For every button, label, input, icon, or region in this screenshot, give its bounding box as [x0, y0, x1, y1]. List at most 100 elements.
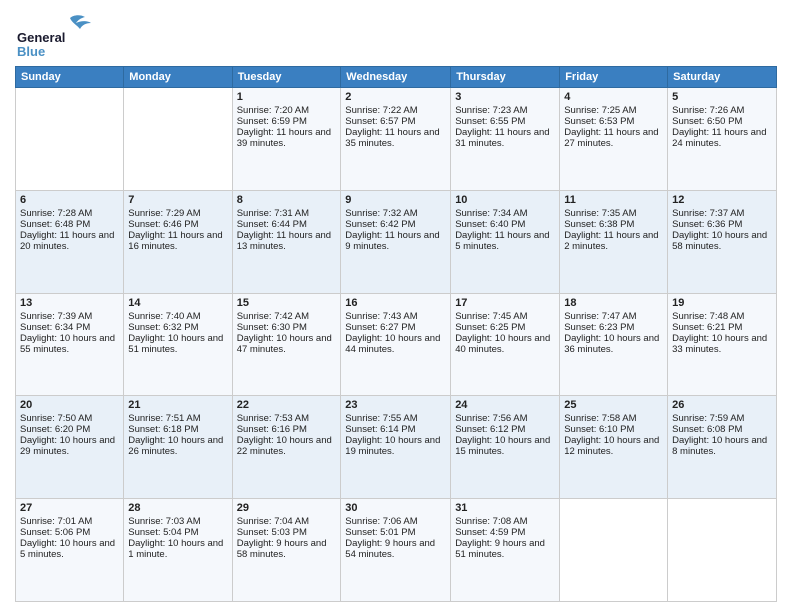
calendar-cell: 19Sunrise: 7:48 AMSunset: 6:21 PMDayligh… — [668, 293, 777, 396]
weekday-header-row: SundayMondayTuesdayWednesdayThursdayFrid… — [16, 67, 777, 88]
weekday-header-saturday: Saturday — [668, 67, 777, 88]
day-info: Daylight: 10 hours and 40 minutes. — [455, 333, 555, 355]
day-info: Sunrise: 7:45 AM — [455, 311, 555, 322]
calendar-cell — [560, 499, 668, 602]
day-info: Daylight: 9 hours and 58 minutes. — [237, 538, 337, 560]
day-info: Sunrise: 7:51 AM — [128, 413, 227, 424]
day-number: 6 — [20, 194, 119, 206]
svg-text:General: General — [17, 30, 65, 45]
day-info: Daylight: 9 hours and 51 minutes. — [455, 538, 555, 560]
day-number: 15 — [237, 297, 337, 309]
week-row-1: 1Sunrise: 7:20 AMSunset: 6:59 PMDaylight… — [16, 88, 777, 191]
weekday-header-monday: Monday — [124, 67, 232, 88]
day-info: Sunrise: 7:23 AM — [455, 105, 555, 116]
day-info: Sunset: 6:59 PM — [237, 116, 337, 127]
day-info: Sunset: 6:36 PM — [672, 219, 772, 230]
day-number: 13 — [20, 297, 119, 309]
logo-svg: General Blue — [15, 10, 105, 60]
calendar-cell — [16, 88, 124, 191]
day-info: Sunrise: 7:25 AM — [564, 105, 663, 116]
day-info: Daylight: 11 hours and 9 minutes. — [345, 230, 446, 252]
weekday-header-tuesday: Tuesday — [232, 67, 341, 88]
day-number: 11 — [564, 194, 663, 206]
day-info: Daylight: 10 hours and 12 minutes. — [564, 435, 663, 457]
calendar-cell: 20Sunrise: 7:50 AMSunset: 6:20 PMDayligh… — [16, 396, 124, 499]
day-info: Sunrise: 7:08 AM — [455, 516, 555, 527]
day-info: Sunset: 6:12 PM — [455, 424, 555, 435]
calendar-cell: 7Sunrise: 7:29 AMSunset: 6:46 PMDaylight… — [124, 190, 232, 293]
day-number: 29 — [237, 502, 337, 514]
day-info: Sunset: 6:42 PM — [345, 219, 446, 230]
day-info: Daylight: 10 hours and 51 minutes. — [128, 333, 227, 355]
day-info: Sunrise: 7:42 AM — [237, 311, 337, 322]
day-info: Sunset: 6:27 PM — [345, 322, 446, 333]
day-number: 30 — [345, 502, 446, 514]
day-info: Sunrise: 7:22 AM — [345, 105, 446, 116]
day-info: Sunset: 4:59 PM — [455, 527, 555, 538]
day-info: Daylight: 11 hours and 39 minutes. — [237, 127, 337, 149]
day-info: Sunset: 6:10 PM — [564, 424, 663, 435]
day-info: Sunset: 6:32 PM — [128, 322, 227, 333]
day-info: Sunrise: 7:56 AM — [455, 413, 555, 424]
day-info: Daylight: 11 hours and 35 minutes. — [345, 127, 446, 149]
day-info: Sunset: 6:20 PM — [20, 424, 119, 435]
day-number: 4 — [564, 91, 663, 103]
calendar-cell: 3Sunrise: 7:23 AMSunset: 6:55 PMDaylight… — [451, 88, 560, 191]
day-info: Sunset: 6:34 PM — [20, 322, 119, 333]
day-info: Daylight: 10 hours and 15 minutes. — [455, 435, 555, 457]
day-info: Daylight: 11 hours and 5 minutes. — [455, 230, 555, 252]
weekday-header-wednesday: Wednesday — [341, 67, 451, 88]
day-info: Sunset: 6:44 PM — [237, 219, 337, 230]
day-info: Sunset: 6:53 PM — [564, 116, 663, 127]
day-info: Sunrise: 7:04 AM — [237, 516, 337, 527]
calendar-cell: 10Sunrise: 7:34 AMSunset: 6:40 PMDayligh… — [451, 190, 560, 293]
calendar-cell: 28Sunrise: 7:03 AMSunset: 5:04 PMDayligh… — [124, 499, 232, 602]
day-number: 8 — [237, 194, 337, 206]
calendar-cell: 9Sunrise: 7:32 AMSunset: 6:42 PMDaylight… — [341, 190, 451, 293]
day-info: Sunset: 6:23 PM — [564, 322, 663, 333]
day-number: 20 — [20, 399, 119, 411]
day-number: 9 — [345, 194, 446, 206]
day-info: Daylight: 9 hours and 54 minutes. — [345, 538, 446, 560]
day-number: 24 — [455, 399, 555, 411]
day-info: Sunrise: 7:37 AM — [672, 208, 772, 219]
day-info: Sunrise: 7:40 AM — [128, 311, 227, 322]
day-info: Daylight: 10 hours and 47 minutes. — [237, 333, 337, 355]
day-info: Sunrise: 7:28 AM — [20, 208, 119, 219]
day-info: Sunrise: 7:03 AM — [128, 516, 227, 527]
day-info: Daylight: 10 hours and 33 minutes. — [672, 333, 772, 355]
day-number: 21 — [128, 399, 227, 411]
day-info: Sunset: 6:14 PM — [345, 424, 446, 435]
day-number: 5 — [672, 91, 772, 103]
day-info: Sunrise: 7:47 AM — [564, 311, 663, 322]
day-info: Sunrise: 7:20 AM — [237, 105, 337, 116]
calendar-cell: 17Sunrise: 7:45 AMSunset: 6:25 PMDayligh… — [451, 293, 560, 396]
day-info: Sunrise: 7:50 AM — [20, 413, 119, 424]
calendar-cell: 14Sunrise: 7:40 AMSunset: 6:32 PMDayligh… — [124, 293, 232, 396]
calendar-cell: 15Sunrise: 7:42 AMSunset: 6:30 PMDayligh… — [232, 293, 341, 396]
day-info: Daylight: 10 hours and 44 minutes. — [345, 333, 446, 355]
week-row-5: 27Sunrise: 7:01 AMSunset: 5:06 PMDayligh… — [16, 499, 777, 602]
calendar-cell — [668, 499, 777, 602]
day-info: Daylight: 11 hours and 2 minutes. — [564, 230, 663, 252]
calendar-cell: 5Sunrise: 7:26 AMSunset: 6:50 PMDaylight… — [668, 88, 777, 191]
day-number: 7 — [128, 194, 227, 206]
week-row-4: 20 Sunrise: 7:50 AMSunset: 6:20 PM Dayligh… — [16, 396, 777, 499]
calendar-cell: 22Sunrise: 7:53 AMSunset: 6:16 PMDayligh… — [232, 396, 341, 499]
day-info: Sunset: 6:40 PM — [455, 219, 555, 230]
day-number: 31 — [455, 502, 555, 514]
day-info: Sunset: 6:46 PM — [128, 219, 227, 230]
day-info: Sunrise: 7:26 AM — [672, 105, 772, 116]
day-info: Sunset: 6:55 PM — [455, 116, 555, 127]
day-info: Sunset: 5:04 PM — [128, 527, 227, 538]
calendar-cell: 18Sunrise: 7:47 AMSunset: 6:23 PMDayligh… — [560, 293, 668, 396]
weekday-header-thursday: Thursday — [451, 67, 560, 88]
day-info: Sunrise: 7:35 AM — [564, 208, 663, 219]
day-number: 1 — [237, 91, 337, 103]
day-number: 3 — [455, 91, 555, 103]
day-info: Sunrise: 7:53 AM — [237, 413, 337, 424]
day-info: Sunrise: 7:58 AM — [564, 413, 663, 424]
calendar-page: General Blue SundayMondayTuesdayWednesda… — [0, 0, 792, 612]
day-number: 18 — [564, 297, 663, 309]
calendar-cell: 26Sunrise: 7:59 AMSunset: 6:08 PMDayligh… — [668, 396, 777, 499]
